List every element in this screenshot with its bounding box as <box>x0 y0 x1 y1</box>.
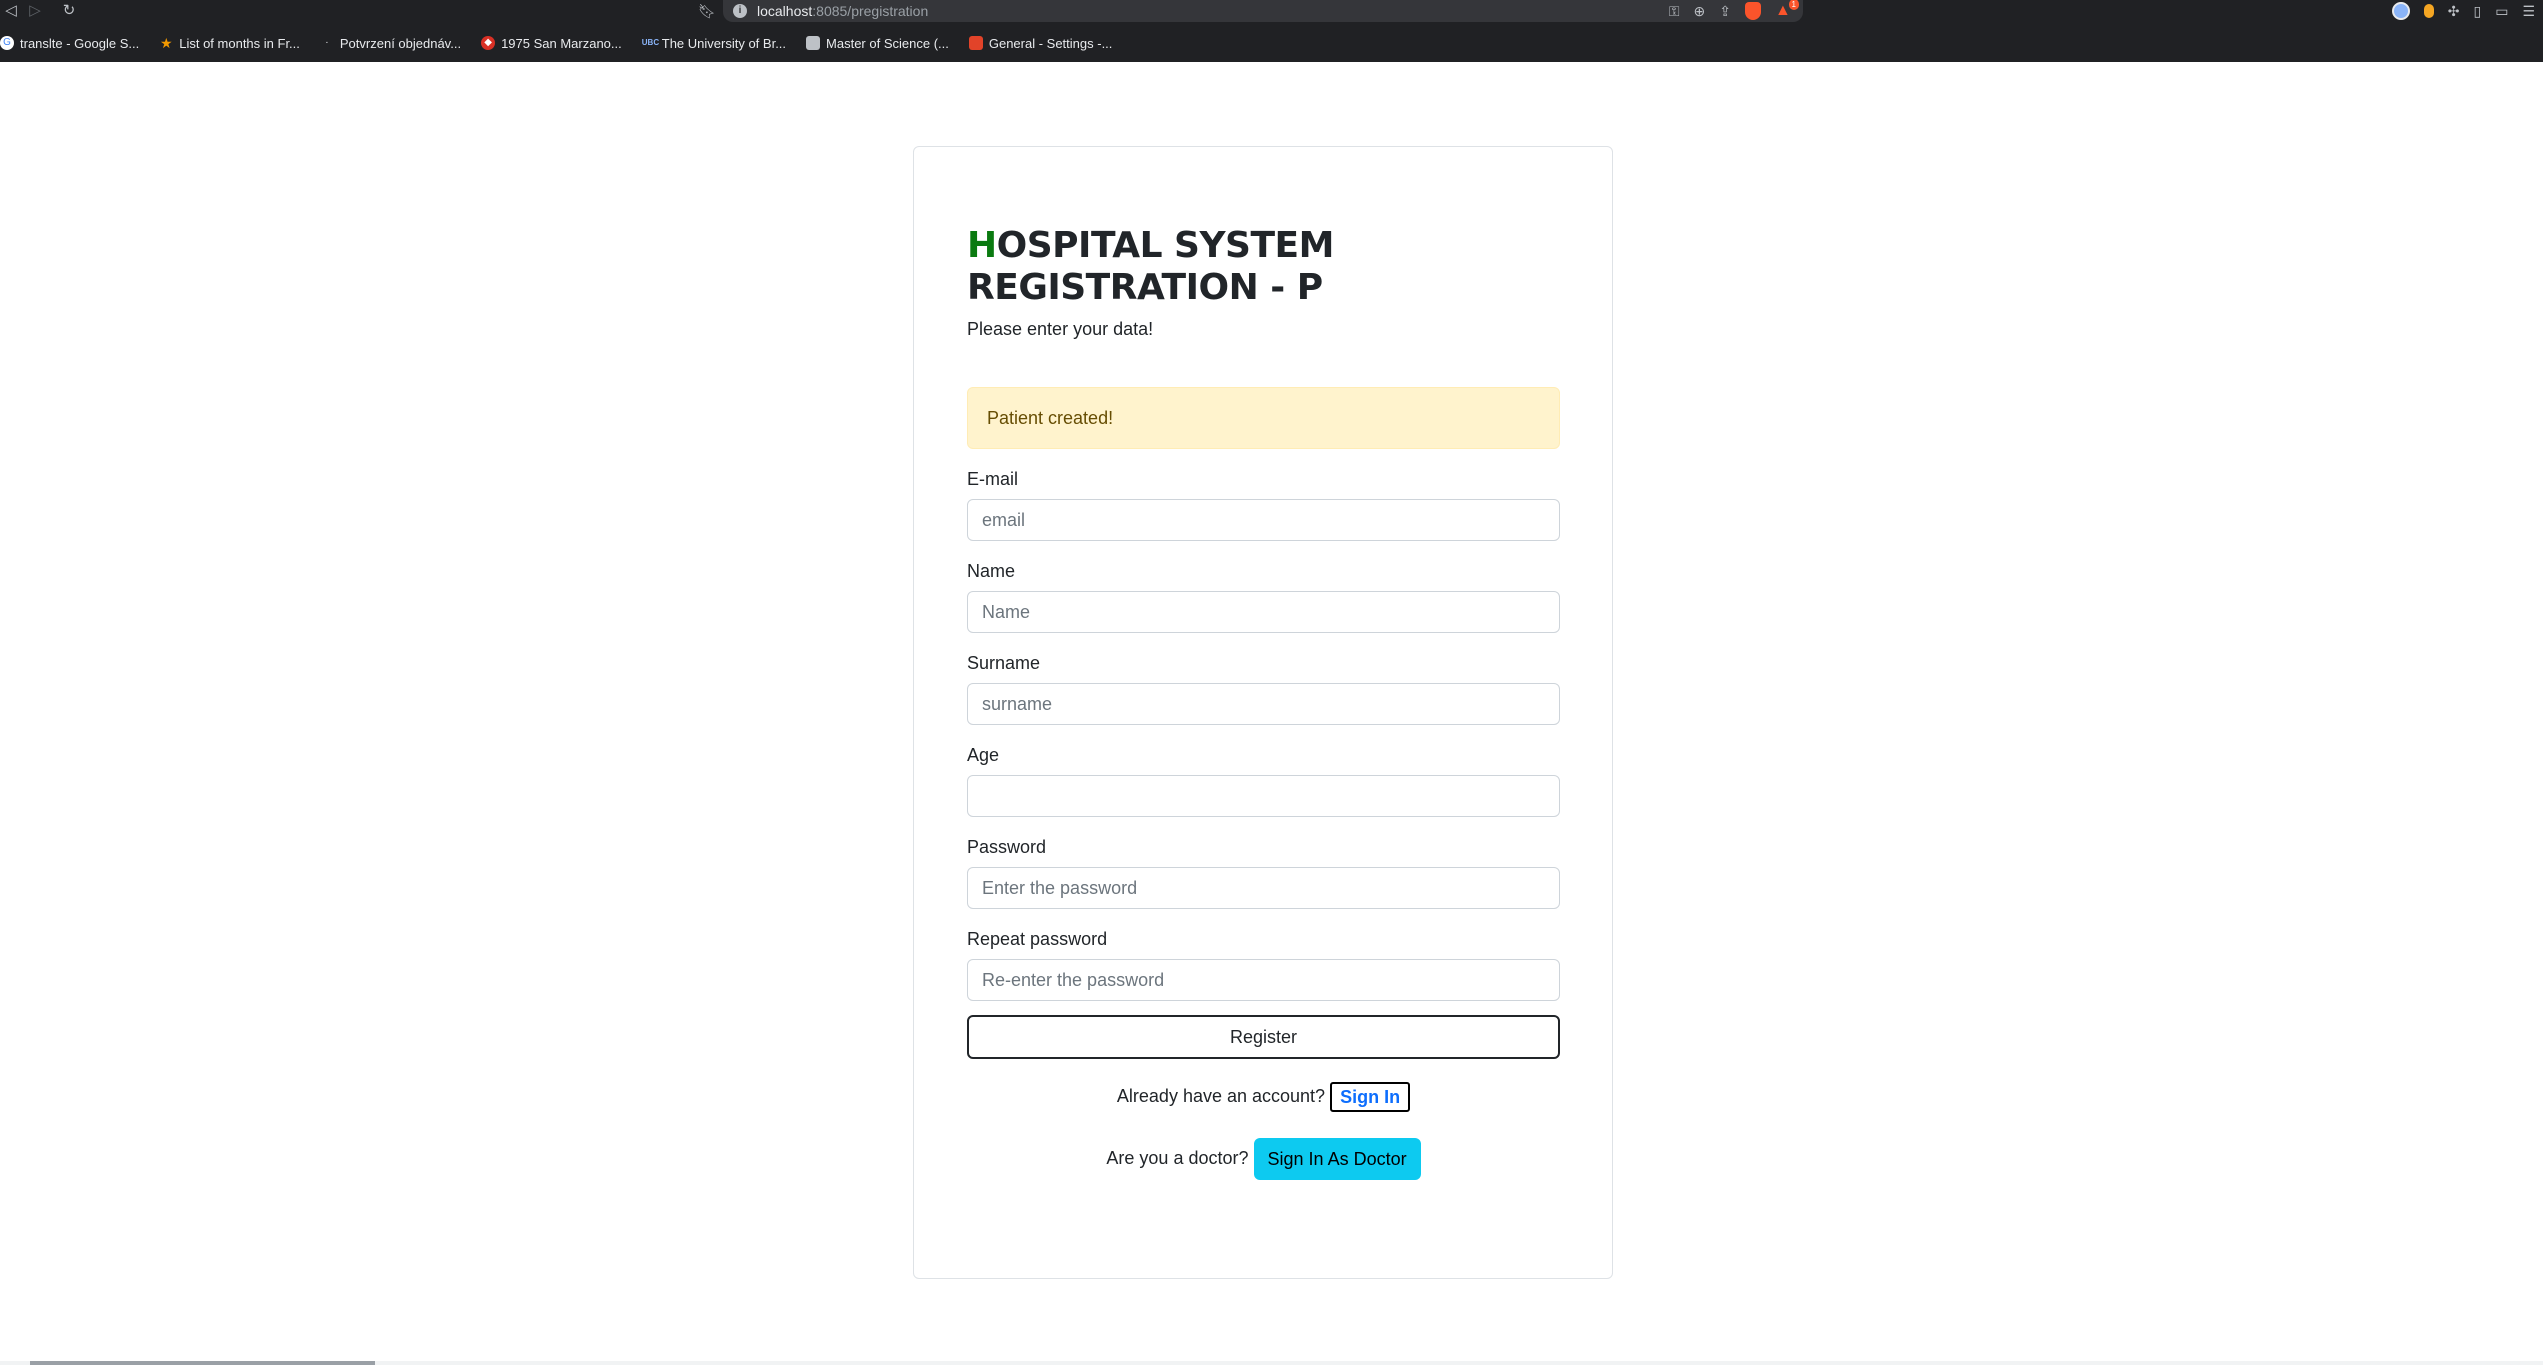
name-group: Name <box>967 559 1560 633</box>
bookmark-icon[interactable]: 🔖︎ <box>697 0 717 22</box>
bookmark-item[interactable]: General - Settings -... <box>968 35 1113 51</box>
extension-icon[interactable] <box>2423 4 2434 18</box>
registration-card: HOSPITAL SYSTEM REGISTRATION - P Please … <box>913 146 1613 1279</box>
brave-rewards-icon[interactable]: ▲ 1 <box>1775 0 1799 19</box>
forward-icon[interactable]: ▷ <box>24 0 46 22</box>
browser-toolbar: ◁ ▷ ↻ 🔖︎ i localhost:8085/pregistration … <box>0 0 2543 22</box>
bookmark-item[interactable]: ★ List of months in Fr... <box>159 36 300 51</box>
brave-shields-icon[interactable] <box>1745 2 1761 20</box>
tomato-icon: ◆ <box>481 36 496 50</box>
repeat-password-group: Repeat password <box>967 927 1560 1001</box>
surname-field[interactable] <box>967 683 1560 725</box>
bookmark-label: General - Settings -... <box>988 35 1113 51</box>
bookmark-label: Potvrzení objednáv... <box>339 35 462 51</box>
name-label: Name <box>967 561 1016 581</box>
reload-icon[interactable]: ↻ <box>58 0 80 22</box>
email-label: E-mail <box>967 469 1019 489</box>
sign-in-as-doctor-button[interactable]: Sign In As Doctor <box>1253 1138 1421 1181</box>
bookmark-label: The University of Br... <box>661 35 787 51</box>
sign-in-row: Already have an account? Sign In <box>967 1079 1560 1113</box>
puzzle-icon[interactable]: ✣ <box>2448 3 2460 20</box>
alert-count-badge: 1 <box>1788 0 1799 10</box>
star-icon: ★ <box>159 35 173 51</box>
bookmark-label: translte - Google S... <box>20 35 140 51</box>
bookmark-label: Master of Science (... <box>826 35 949 51</box>
browser-right-icons: ✣ ▯ ▭ ☰ <box>2391 0 2543 22</box>
success-alert: Patient created! <box>967 387 1560 449</box>
address-bar-icons: ⚿ ⊕ ⇪ ▲ 1 <box>1669 0 1799 22</box>
page-title: HOSPITAL SYSTEM REGISTRATION - P <box>967 225 1560 309</box>
gitlab-icon <box>968 36 983 50</box>
wallet-icon[interactable]: ▭ <box>2495 3 2508 20</box>
browser-chrome: ◁ ▷ ↻ 🔖︎ i localhost:8085/pregistration … <box>0 0 2543 62</box>
account-prompt: Already have an account? <box>1116 1086 1326 1106</box>
bookmark-item[interactable]: UBC The University of Br... <box>642 36 786 51</box>
sign-in-button[interactable]: Sign In <box>1330 1082 1411 1113</box>
title-rest: OSPITAL SYSTEM REGISTRATION - P <box>967 225 1334 308</box>
surname-group: Surname <box>967 651 1560 725</box>
zoom-icon[interactable]: ⊕ <box>1694 3 1706 20</box>
registration-form: HOSPITAL SYSTEM REGISTRATION - P Please … <box>967 225 1560 1181</box>
bookmark-label: 1975 San Marzano... <box>501 35 622 51</box>
page-subtitle: Please enter your data! <box>967 319 1154 339</box>
url-host: localhost <box>757 3 813 19</box>
bookmark-item[interactable]: Gtranslte - Google S... <box>0 36 139 51</box>
title-first-letter: H <box>967 225 997 266</box>
age-group: Age <box>967 743 1560 817</box>
repeat-password-field[interactable] <box>967 959 1560 1001</box>
surname-label: Surname <box>967 653 1041 673</box>
bookmark-item[interactable]: · Potvrzení objednáv... <box>320 36 461 51</box>
bookmarks-bar: Gtranslte - Google S... ★ List of months … <box>0 30 1132 56</box>
email-group: E-mail <box>967 467 1560 541</box>
url-path: :8085/pregistration <box>812 3 929 19</box>
horizontal-scrollbar[interactable] <box>0 1361 2543 1365</box>
page-icon <box>806 36 821 50</box>
email-field[interactable] <box>967 499 1560 541</box>
bookmark-label: List of months in Fr... <box>179 35 300 51</box>
google-icon: G <box>0 36 14 50</box>
repeat-password-label: Repeat password <box>967 929 1108 949</box>
name-field[interactable] <box>967 591 1560 633</box>
translate-extension-icon[interactable] <box>2391 2 2410 20</box>
back-icon[interactable]: ◁ <box>0 0 22 22</box>
age-field[interactable] <box>967 775 1560 817</box>
scrollbar-thumb[interactable] <box>30 1361 375 1365</box>
share-icon[interactable]: ⇪ <box>1719 3 1731 20</box>
doctor-row: Are you a doctor? Sign In As Doctor <box>967 1137 1560 1181</box>
ubc-icon: UBC <box>641 38 660 47</box>
password-group: Password <box>967 835 1560 909</box>
menu-icon[interactable]: ☰ <box>2522 3 2535 20</box>
register-button[interactable]: Register <box>967 1015 1560 1059</box>
address-bar[interactable]: 🔖︎ i localhost:8085/pregistration ⚿ ⊕ ⇪ … <box>698 0 1803 22</box>
site-info-icon[interactable]: i <box>733 4 747 18</box>
password-field[interactable] <box>967 867 1560 909</box>
password-label: Password <box>967 837 1047 857</box>
url-text[interactable]: localhost:8085/pregistration <box>757 0 928 22</box>
key-icon[interactable]: ⚿ <box>1669 3 1680 20</box>
bookmark-item[interactable]: Master of Science (... <box>806 36 949 51</box>
mail-icon: · <box>325 37 329 48</box>
bookmark-item[interactable]: ◆ 1975 San Marzano... <box>481 36 622 51</box>
sidebar-icon[interactable]: ▯ <box>2473 3 2481 20</box>
age-label: Age <box>967 745 1000 765</box>
doctor-prompt: Are you a doctor? <box>1106 1148 1249 1168</box>
